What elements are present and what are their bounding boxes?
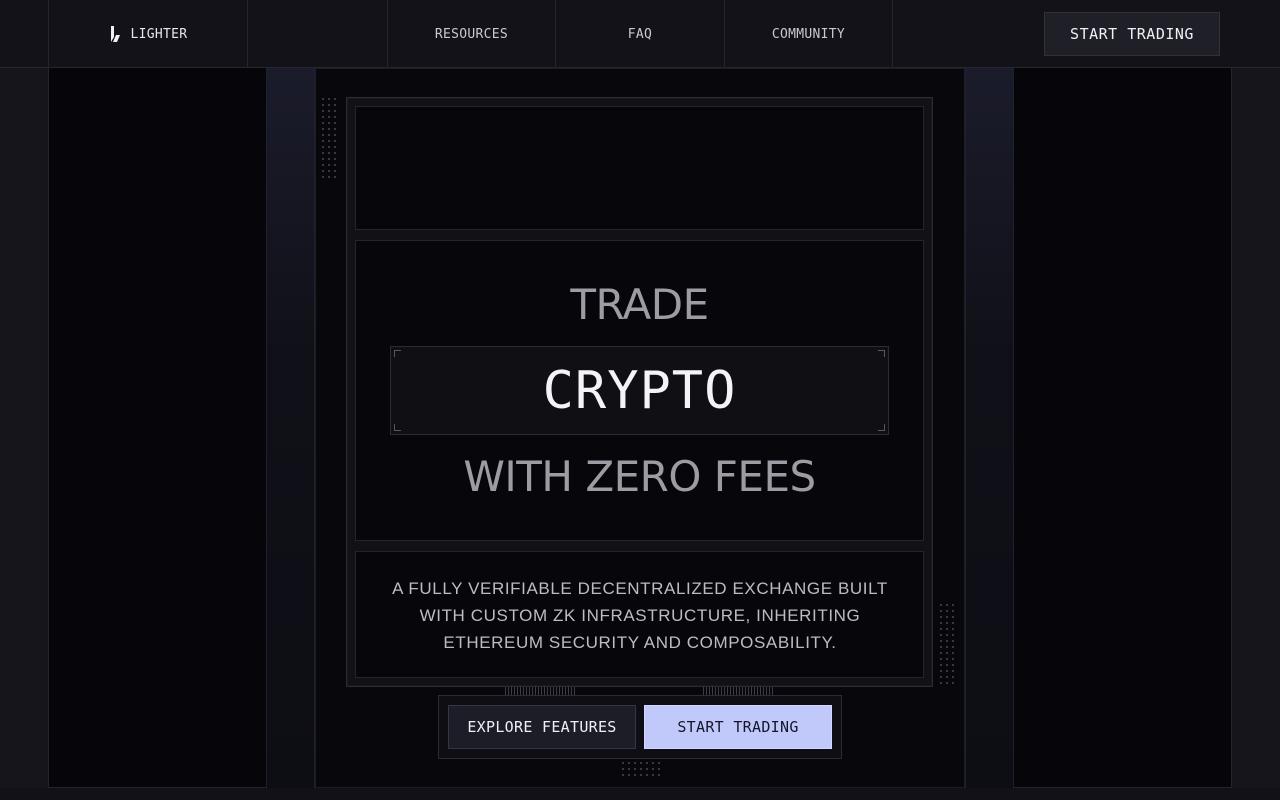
nav-link-resources[interactable]: RESOURCES: [388, 0, 556, 68]
corner-mark: [878, 350, 885, 357]
decorative-ticks: [505, 687, 577, 695]
corner-mark: [878, 424, 885, 431]
lighter-logo-icon: [110, 26, 120, 42]
nav-link-faq[interactable]: FAQ: [556, 0, 725, 68]
decorative-dots: [938, 602, 958, 688]
headline-trade: TRADE: [570, 280, 709, 329]
top-nav: LIGHTER RESOURCES FAQ COMMUNITY START TR…: [0, 0, 1280, 68]
left-pillar: [266, 68, 315, 788]
logo-text: LIGHTER: [130, 26, 188, 42]
corner-mark: [394, 350, 401, 357]
nav-spacer: [248, 0, 388, 68]
logo-link[interactable]: LIGHTER: [48, 0, 248, 68]
headline-crypto: CRYPTO: [542, 360, 737, 421]
hero-top-box: [355, 106, 924, 230]
headline-crypto-box: CRYPTO: [390, 346, 889, 435]
decorative-ticks: [703, 687, 775, 695]
right-pillar: [965, 68, 1014, 788]
headline-zero-fees: WITH ZERO FEES: [463, 452, 816, 501]
hero-description: A FULLY VERIFIABLE DECENTRALIZED EXCHANG…: [392, 579, 888, 652]
left-gutter: [0, 68, 49, 800]
explore-features-button[interactable]: EXPLORE FEATURES: [448, 705, 636, 749]
decorative-dots: [320, 96, 340, 182]
bottom-strip: [0, 788, 1280, 800]
nav-start-trading-button[interactable]: START TRADING: [1044, 12, 1220, 56]
start-trading-button[interactable]: START TRADING: [644, 705, 832, 749]
corner-mark: [394, 424, 401, 431]
right-gutter: [1231, 68, 1280, 800]
nav-link-community[interactable]: COMMUNITY: [725, 0, 893, 68]
